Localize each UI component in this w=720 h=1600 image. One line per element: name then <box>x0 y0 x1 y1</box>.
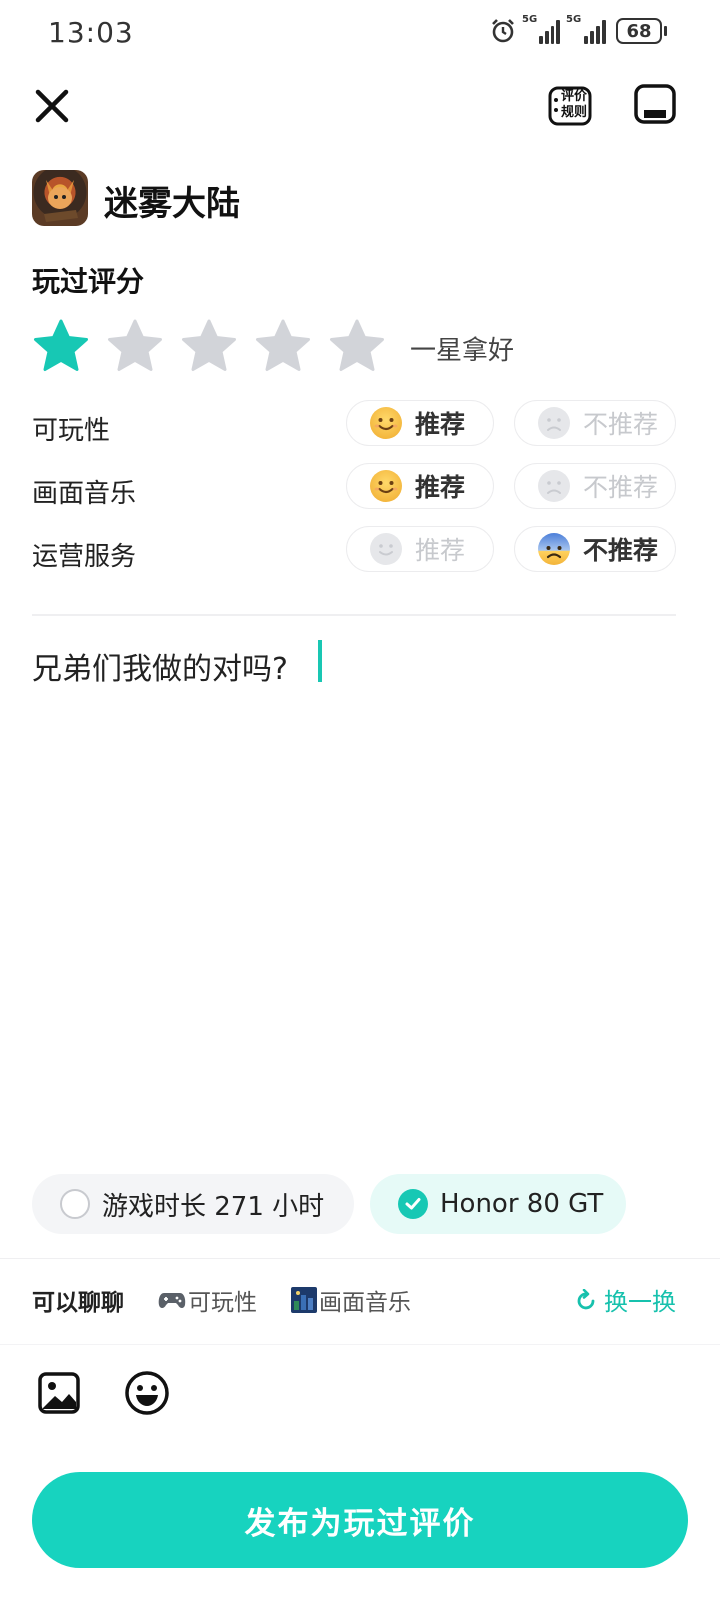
signal-1-icon: 5G <box>522 14 560 44</box>
signal-2-label: 5G <box>566 14 582 25</box>
game-title: 迷雾大陆 <box>104 184 240 224</box>
gamepad-icon <box>158 1293 186 1308</box>
text-cursor <box>318 640 322 682</box>
recommend-label: 推荐 <box>415 473 466 502</box>
topic-label: 可玩性 <box>188 1290 257 1316</box>
star-empty-icon[interactable] <box>106 318 164 374</box>
smile-face-icon <box>370 533 402 565</box>
status-time: 13:03 <box>48 16 134 49</box>
close-icon <box>35 89 69 123</box>
topic-graphics-music[interactable]: 画面音乐 <box>291 1283 411 1317</box>
frown-face-icon <box>538 533 570 565</box>
frown-face-icon <box>538 407 570 439</box>
device-label: Honor 80 GT <box>440 1189 604 1219</box>
play-time-chip[interactable]: 游戏时长 271 小时 <box>32 1174 354 1234</box>
checkmark-icon <box>398 1189 428 1219</box>
insert-image-button[interactable] <box>38 1372 80 1414</box>
refresh-icon <box>577 1288 595 1309</box>
recommend-button[interactable]: 推荐 <box>346 526 494 572</box>
signal-2-icon: 5G <box>566 14 608 44</box>
topic-gameplay[interactable]: 可玩性 <box>158 1283 257 1317</box>
star-filled-icon[interactable] <box>32 318 90 374</box>
emoji-icon <box>125 1371 169 1415</box>
image-icon <box>38 1372 80 1414</box>
review-rules-button[interactable]: 评价 规则 <box>548 86 592 126</box>
play-time-label: 游戏时长 271 小时 <box>102 1191 325 1222</box>
star-empty-icon[interactable] <box>328 318 386 374</box>
rules-label-bottom: 规则 <box>561 105 588 120</box>
divider <box>0 1258 720 1259</box>
aspect-row-gameplay: 可玩性 推荐 不推荐 <box>32 400 676 448</box>
aspect-label: 可玩性 <box>32 416 111 446</box>
recommend-label: 推荐 <box>415 536 466 565</box>
topic-heading: 可以聊聊 <box>32 1290 124 1316</box>
smile-face-icon <box>370 407 402 439</box>
message-button[interactable] <box>634 84 676 126</box>
divider <box>32 614 676 616</box>
message-icon <box>634 84 676 124</box>
recommend-button[interactable]: 推荐 <box>346 400 494 446</box>
aspect-label: 运营服务 <box>32 542 137 572</box>
not-recommend-button[interactable]: 不推荐 <box>514 463 676 509</box>
not-recommend-label: 不推荐 <box>583 536 659 565</box>
not-recommend-label: 不推荐 <box>583 473 659 502</box>
battery-indicator: 68 <box>616 18 667 44</box>
aspect-row-graphics-music: 画面音乐 推荐 不推荐 <box>32 463 676 511</box>
unchecked-circle-icon <box>60 1189 90 1219</box>
star-empty-icon[interactable] <box>254 318 312 374</box>
refresh-topics-button[interactable]: 换一换 <box>576 1282 676 1317</box>
star-empty-icon[interactable] <box>180 318 238 374</box>
game-icon <box>32 170 88 226</box>
review-text-input[interactable]: 兄弟们我做的对吗? <box>32 644 288 688</box>
picture-icon <box>291 1287 317 1313</box>
close-button[interactable] <box>30 84 74 128</box>
topic-suggestions: 可以聊聊 可玩性 画面音乐 <box>32 1280 411 1320</box>
device-chip[interactable]: Honor 80 GT <box>370 1174 626 1234</box>
alarm-icon <box>492 19 514 43</box>
aspect-row-operations: 运营服务 推荐 不推荐 <box>32 526 676 574</box>
publish-button[interactable]: 发布为玩过评价 <box>32 1472 688 1568</box>
refresh-label: 换一换 <box>604 1288 676 1316</box>
not-recommend-label: 不推荐 <box>583 410 659 439</box>
frown-face-icon <box>538 470 570 502</box>
aspect-label: 画面音乐 <box>32 479 137 509</box>
divider <box>0 1344 720 1345</box>
recommend-button[interactable]: 推荐 <box>346 463 494 509</box>
topic-label: 画面音乐 <box>319 1290 411 1316</box>
status-icons: 5G 5G 68 <box>490 14 667 44</box>
insert-emoji-button[interactable] <box>124 1370 170 1416</box>
recommend-label: 推荐 <box>415 410 466 439</box>
not-recommend-button[interactable]: 不推荐 <box>514 526 676 572</box>
rating-section-title: 玩过评分 <box>32 265 145 298</box>
rating-text: 一星拿好 <box>410 336 515 366</box>
smile-face-icon <box>370 470 402 502</box>
signal-1-label: 5G <box>522 14 538 25</box>
star-rating[interactable] <box>32 318 386 374</box>
not-recommend-button[interactable]: 不推荐 <box>514 400 676 446</box>
rules-label-top: 评价 <box>561 89 588 104</box>
